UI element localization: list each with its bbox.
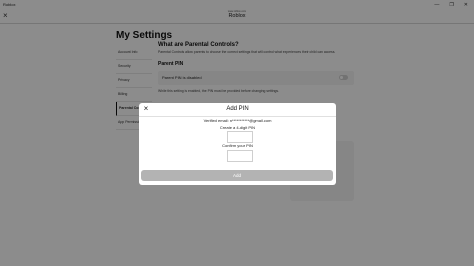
create-pin-input[interactable] bbox=[227, 131, 253, 143]
dialog-header: × Add PIN bbox=[139, 103, 336, 117]
create-pin-label: Create a 4-digit PIN bbox=[219, 125, 256, 130]
confirm-pin-label: Confirm your PIN bbox=[222, 143, 253, 148]
dialog-title: Add PIN bbox=[226, 106, 249, 112]
add-pin-button[interactable]: Add bbox=[141, 170, 333, 181]
add-pin-dialog: × Add PIN Verified email: n***********@g… bbox=[139, 103, 336, 185]
confirm-pin-input[interactable] bbox=[227, 150, 253, 162]
verified-email-text: Verified email: n***********@gmail.com bbox=[203, 118, 272, 123]
